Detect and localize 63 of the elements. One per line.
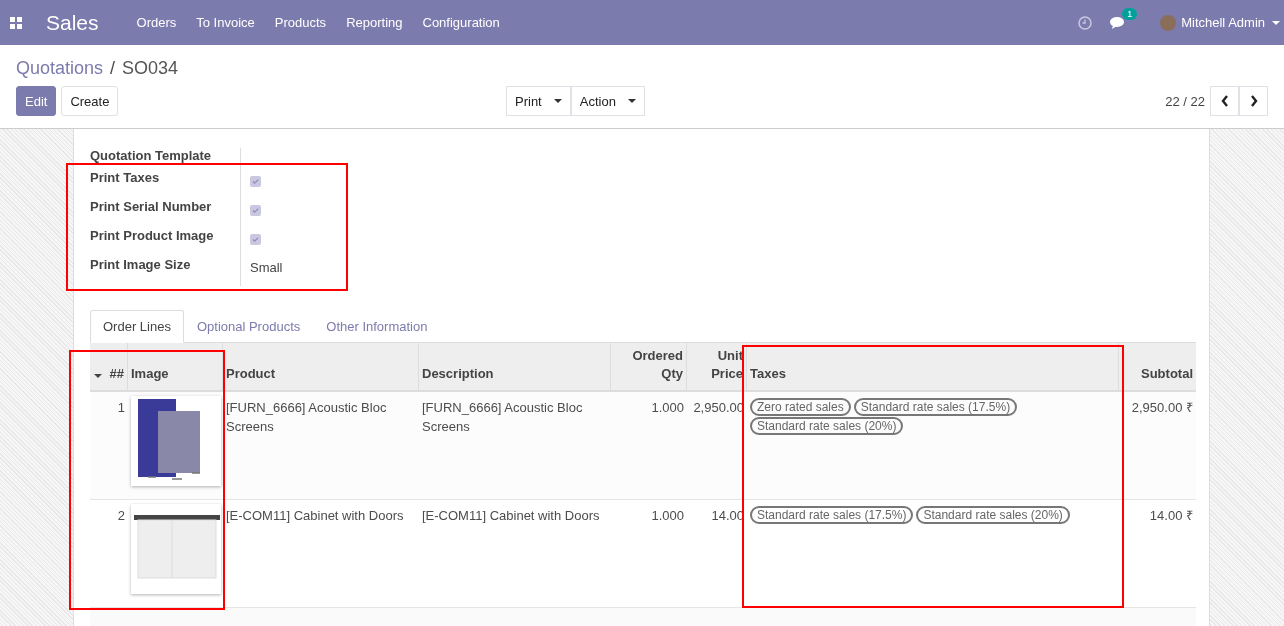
row-number: 2	[117, 507, 125, 525]
tax-tag: Standard rate sales (17.5%)	[853, 398, 1018, 416]
menu-item[interactable]: Reporting	[346, 15, 403, 30]
description-text: [FURN_6666] Acoustic Bloc Screens	[422, 399, 584, 436]
menu-item[interactable]: Orders	[136, 15, 177, 30]
column-header[interactable]: Description	[422, 365, 494, 383]
field-label: Print Taxes	[90, 170, 241, 199]
description-text: [E-COM11] Cabinet with Doors	[422, 507, 600, 525]
chevron-left-icon	[1220, 95, 1229, 107]
action-dropdown-button[interactable]: Action	[570, 86, 645, 116]
caret-icon	[553, 99, 562, 103]
chat-icon[interactable]	[1110, 15, 1127, 30]
tax-tag: Standard rate sales (20%)	[916, 506, 1070, 524]
subtotal-value: 14.00 ₹	[1149, 507, 1193, 525]
user-avatar	[1160, 14, 1177, 31]
record-title: SO034	[122, 58, 179, 79]
tab[interactable]: Order Lines	[90, 310, 184, 343]
caret-icon	[1272, 20, 1280, 25]
breadcrumb-separator: /	[110, 58, 116, 79]
column-header[interactable]: Image	[131, 365, 169, 383]
tax-tag: Zero rated sales	[750, 398, 851, 416]
sort-caret-icon[interactable]	[94, 374, 102, 378]
checkbox[interactable]	[250, 205, 261, 216]
product-name: [FURN_6666] Acoustic Bloc Screens	[226, 399, 388, 436]
column-header[interactable]: ##	[109, 365, 124, 383]
print-dropdown-button[interactable]: Print	[506, 86, 571, 116]
checkbox[interactable]	[250, 234, 261, 245]
field-label: Print Product Image	[90, 228, 241, 257]
pager-counter: 22 / 22	[1165, 93, 1205, 109]
user-menu[interactable]: Mitchell Admin	[1181, 15, 1265, 30]
column-header[interactable]: Unit Price	[690, 347, 743, 383]
tab[interactable]: Optional Products	[183, 310, 314, 343]
menu-item[interactable]: Configuration	[422, 15, 500, 30]
quantity-value: 1.000	[651, 507, 684, 525]
message-count-badge: 1	[1122, 7, 1138, 20]
field-label: Print Image Size	[90, 257, 241, 286]
menu-item[interactable]: Products	[274, 15, 327, 30]
create-button[interactable]: Create	[61, 86, 119, 116]
product-name: [E-COM11] Cabinet with Doors	[226, 507, 404, 525]
clock-icon[interactable]	[1078, 15, 1093, 30]
breadcrumb-link[interactable]: Quotations	[16, 58, 104, 79]
tab[interactable]: Other Information	[313, 310, 441, 343]
quantity-value: 1.000	[651, 399, 684, 417]
column-header[interactable]: Taxes	[750, 365, 786, 383]
menu-item[interactable]: To Invoice	[196, 15, 255, 30]
chevron-right-icon	[1249, 95, 1258, 107]
apps-menu-icon[interactable]	[10, 16, 22, 29]
row-number: 1	[117, 399, 125, 417]
next-button[interactable]	[1239, 86, 1268, 116]
field-label: Print Serial Number	[90, 199, 241, 228]
previous-button[interactable]	[1210, 86, 1239, 116]
column-header[interactable]: Subtotal	[1141, 365, 1193, 383]
tax-tag: Standard rate sales (20%)	[750, 417, 904, 435]
column-header[interactable]: Product	[226, 365, 276, 383]
field-value: Small	[250, 260, 283, 275]
caret-icon	[627, 99, 636, 103]
tax-tag: Standard rate sales (17.5%)	[750, 506, 914, 524]
app-title: Sales	[46, 10, 99, 35]
field-label: Quotation Template	[90, 148, 241, 170]
checkbox[interactable]	[250, 176, 261, 187]
subtotal-value: 2,950.00 ₹	[1131, 399, 1193, 417]
column-header[interactable]: Ordered Qty	[614, 347, 683, 383]
edit-button[interactable]: Edit	[16, 86, 57, 116]
